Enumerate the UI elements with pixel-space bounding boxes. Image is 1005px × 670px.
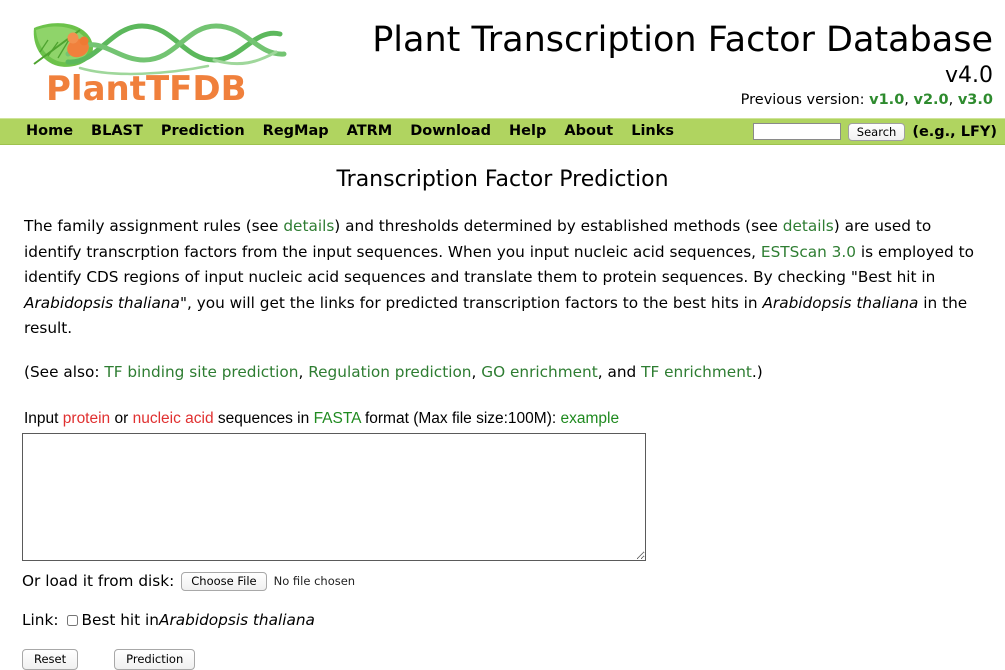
see-also-sep-1: , [298,362,309,381]
previous-version-label: Previous version: [740,92,865,108]
best-hit-link-row: Link: Best hit in Arabidopsis thaliana [22,609,1005,631]
input-label-text-4: format (Max file size:100M): [360,410,561,427]
input-label-text-3: sequences in [213,410,314,427]
nav-item-links[interactable]: Links [622,119,683,144]
nav-search-group: Search (e.g., LFY) [752,119,997,144]
see-also-suffix: .) [751,362,763,381]
nav-item-about[interactable]: About [555,119,622,144]
file-upload-row: Or load it from disk: Choose File No fil… [22,570,1005,592]
sequence-textarea[interactable] [22,433,646,561]
protein-link[interactable]: protein [63,410,110,427]
intro-paragraph: The family assignment rules (see details… [24,214,979,342]
previous-version-link-v3[interactable]: v3.0 [958,92,993,108]
prev-sep-2: , [948,92,954,108]
version-label: v4.0 [944,63,993,88]
details-link-2[interactable]: details [783,217,834,235]
species-name-2: Arabidopsis thaliana [762,293,919,312]
nav-item-help[interactable]: Help [500,119,555,144]
reset-button[interactable]: Reset [22,649,79,670]
main-content: Transcription Factor Prediction The fami… [0,167,1005,670]
nucleic-acid-link[interactable]: nucleic acid [133,410,214,427]
best-hit-checkbox[interactable] [67,614,79,626]
best-hit-label-prefix: Best hit in [81,611,159,629]
sequence-input-label: Input protein or nucleic acid sequences … [24,409,1005,429]
nav-item-regmap[interactable]: RegMap [254,119,338,144]
input-label-text-2: or [110,410,133,427]
page-title-banner: Plant Transcription Factor Database [372,20,993,60]
estscan-link[interactable]: ESTScan 3.0 [761,243,856,261]
example-link[interactable]: example [560,410,619,427]
search-input[interactable] [752,123,841,140]
species-name-1: Arabidopsis thaliana [24,293,180,312]
link-row-label: Link: [22,611,59,629]
fasta-link[interactable]: FASTA [314,410,361,427]
page-title: Transcription Factor Prediction [336,167,669,192]
previous-version-row: Previous version: v1.0, v2.0, v3.0 [741,92,993,109]
see-also-paragraph: (See also: TF binding site prediction, R… [24,360,979,386]
file-upload-label: Or load it from disk: [22,572,175,590]
tf-enrichment-link[interactable]: TF enrichment [641,363,752,381]
main-navigation: Home BLAST Prediction RegMap ATRM Downlo… [0,118,1005,145]
tf-binding-site-prediction-link[interactable]: TF binding site prediction [104,363,298,381]
regulation-prediction-link[interactable]: Regulation prediction [308,363,471,381]
details-link-1[interactable]: details [283,217,334,235]
best-hit-species-name: Arabidopsis thaliana [158,611,315,629]
nav-item-blast[interactable]: BLAST [82,119,152,144]
nav-item-atrm[interactable]: ATRM [338,119,402,144]
nav-item-download[interactable]: Download [401,119,500,144]
nav-item-prediction[interactable]: Prediction [152,119,254,144]
plant-leaf-dna-logo-icon: PlantTFDB [33,23,287,108]
file-status-text: No file chosen [273,574,356,588]
see-also-sep-3: , and [597,362,642,381]
see-also-prefix: (See also: [24,362,105,381]
form-buttons-row: Reset Prediction [22,649,1005,670]
nav-links-group: Home BLAST Prediction RegMap ATRM Downlo… [17,119,683,144]
intro-text-5: ", you will get the links for predicted … [179,293,763,312]
intro-text-2: ) and thresholds determined by establish… [334,217,783,235]
go-enrichment-link[interactable]: GO enrichment [481,363,598,381]
choose-file-button[interactable]: Choose File [181,571,267,591]
prediction-submit-button[interactable]: Prediction [114,649,196,670]
search-button[interactable]: Search [847,122,906,141]
previous-version-link-v2[interactable]: v2.0 [914,92,949,108]
input-label-text-1: Input [24,410,63,427]
see-also-sep-2: , [471,362,482,381]
site-header: PlantTFDB Plant Transcription Factor Dat… [0,0,1005,118]
search-example-hint: (e.g., LFY) [912,123,997,140]
previous-version-link-v1[interactable]: v1.0 [869,92,904,108]
intro-text-1: The family assignment rules (see [24,217,284,235]
svg-text:PlantTFDB: PlantTFDB [46,69,247,108]
prev-sep-1: , [904,92,909,108]
nav-item-home[interactable]: Home [17,119,82,144]
site-logo[interactable]: PlantTFDB [18,8,300,108]
